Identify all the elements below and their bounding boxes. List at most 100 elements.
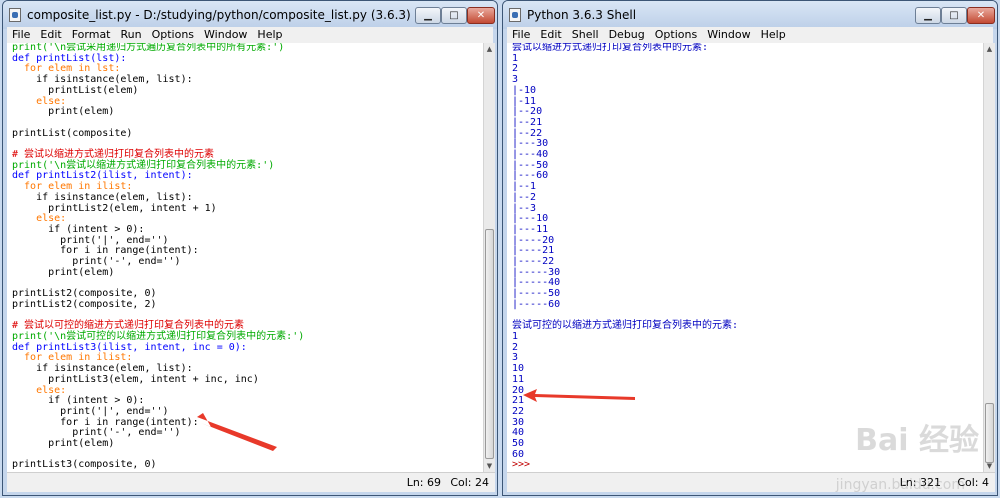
code-comment: # 尝试以缩进方式递归打印复合列表中的元素 [12,149,215,161]
output-line: 1 [512,330,519,342]
output-line: 30 [512,416,525,428]
scroll-down-arrow-icon[interactable]: ▼ [984,460,995,472]
output-line: |----20 [512,234,555,246]
output-line: 1 [512,52,519,64]
shell-output[interactable]: 尝试以缩进方式递归打印复合列表中的元素: 1 2 3 |-10 |-11 |--… [507,43,983,472]
code-line: if (intent > 0): [12,223,145,235]
menu-help[interactable]: Help [756,27,791,43]
output-line: 11 [512,373,525,385]
scroll-thumb[interactable] [985,403,994,463]
code-editor[interactable]: print('\n尝试采用递归方式遍历复合列表中的所有元素:') def pri… [7,43,483,472]
menu-window[interactable]: Window [702,27,755,43]
editor-scrollbar[interactable]: ▲ ▼ [483,43,495,472]
output-line: |-11 [512,95,537,107]
close-button[interactable]: ✕ [467,7,495,24]
scroll-thumb[interactable] [485,229,494,459]
menu-window[interactable]: Window [199,27,252,43]
menu-run[interactable]: Run [116,27,147,43]
output-header: 尝试可控的以缩进方式递归打印复合列表中的元素: [512,320,739,332]
code-line: for i in range(intent): [12,416,199,428]
output-line: 60 [512,448,525,460]
output-line: |--22 [512,127,543,139]
output-line: 21 [512,395,525,407]
editor-menubar: File Edit Format Run Options Window Help [7,27,493,43]
code-line: def printList2(ilist, intent): [12,170,193,182]
menu-edit[interactable]: Edit [35,27,66,43]
output-line: |---60 [512,170,549,182]
editor-titlebar[interactable]: composite_list.py - D:/studying/python/c… [3,1,497,29]
code-line: for elem in lst: [12,63,121,75]
line-number: Ln: 69 [406,476,441,489]
minimize-button[interactable]: ▁ [415,7,441,24]
code-line: print('-', end='') [12,256,181,268]
code-line: def printList3(ilist, intent, inc = 0): [12,341,247,353]
editor-statusbar: Ln: 69 Col: 24 [7,472,495,492]
menu-debug[interactable]: Debug [604,27,650,43]
code-line: printList3(composite, 0) [12,459,157,471]
output-line: |--21 [512,116,543,128]
shell-window-title: Python 3.6.3 Shell [527,8,637,22]
shell-prompt[interactable]: >>> [512,459,530,471]
shell-text: 尝试以缩进方式递归打印复合列表中的元素: 1 2 3 |-10 |-11 |--… [512,43,738,471]
shell-window: Python 3.6.3 Shell ▁ □ ✕ File Edit Shell De… [502,0,998,496]
shell-scrollbar[interactable]: ▲ ▼ [983,43,995,472]
output-line: 40 [512,427,525,439]
code-line: print(elem) [12,106,115,118]
code-line: printList2(composite, 0) [12,288,157,300]
shell-titlebar[interactable]: Python 3.6.3 Shell ▁ □ ✕ [503,1,997,29]
menu-edit[interactable]: Edit [535,27,566,43]
output-line: |---50 [512,159,549,171]
output-line: 2 [512,341,519,353]
code-line: print('\n尝试可控的以缩进方式递归打印复合列表中的元素:') [12,330,305,342]
output-line: |----22 [512,256,555,268]
menu-format[interactable]: Format [67,27,116,43]
code-line: print(elem) [12,438,115,450]
code-line: print('|', end='') [12,234,169,246]
close-button[interactable]: ✕ [967,7,995,24]
editor-window-title: composite_list.py - D:/studying/python/c… [27,8,411,22]
scroll-down-arrow-icon[interactable]: ▼ [484,460,495,472]
source-code: print('\n尝试采用递归方式遍历复合列表中的所有元素:') def pri… [12,43,304,471]
output-line: |-----50 [512,288,561,300]
output-line: 3 [512,74,519,86]
output-line: |-10 [512,84,537,96]
maximize-button[interactable]: □ [441,7,467,24]
scroll-up-arrow-icon[interactable]: ▲ [984,43,995,55]
output-line: 2 [512,63,519,75]
code-line: if isinstance(elem, list): [12,363,193,375]
menu-file[interactable]: File [7,27,35,43]
minimize-button[interactable]: ▁ [915,7,941,24]
code-line: for i in range(intent): [12,245,199,257]
code-line: print('\n尝试采用递归方式遍历复合列表中的所有元素:') [12,43,285,53]
maximize-button[interactable]: □ [941,7,967,24]
output-header: 尝试以缩进方式递归打印复合列表中的元素: [512,43,709,53]
code-line: if (intent > 0): [12,395,145,407]
code-line: else: [12,213,67,225]
menu-options[interactable]: Options [650,27,702,43]
output-block-1: 1 2 3 |-10 |-11 |--20 |--21 |--22 |---30… [512,53,560,310]
menu-shell[interactable]: Shell [567,27,604,43]
menu-file[interactable]: File [507,27,535,43]
output-line: |---11 [512,223,549,235]
column-number: Col: 24 [450,476,489,489]
code-line: def printList(lst): [12,52,127,64]
code-line: print('-', end='') [12,427,181,439]
code-line: print(elem) [12,266,115,278]
code-comment: # 尝试以可控的缩进方式递归打印复合列表中的元素 [12,320,245,332]
menu-options[interactable]: Options [147,27,199,43]
code-line: print('|', end='') [12,405,169,417]
output-line: 50 [512,438,525,450]
output-line: |---10 [512,213,549,225]
code-line: for elem in ilist: [12,352,133,364]
scroll-up-arrow-icon[interactable]: ▲ [484,43,495,55]
menu-help[interactable]: Help [252,27,287,43]
code-line: printList2(elem, intent + 1) [12,202,217,214]
code-line: printList(elem) [12,84,139,96]
output-line: |-----60 [512,298,561,310]
python-shell-icon [509,8,521,22]
editor-window: composite_list.py - D:/studying/python/c… [2,0,498,496]
output-line: |-----40 [512,277,561,289]
code-line: printList3(elem, intent + inc, inc) [12,373,259,385]
code-line: printList(composite) [12,127,133,139]
output-line: 3 [512,352,519,364]
